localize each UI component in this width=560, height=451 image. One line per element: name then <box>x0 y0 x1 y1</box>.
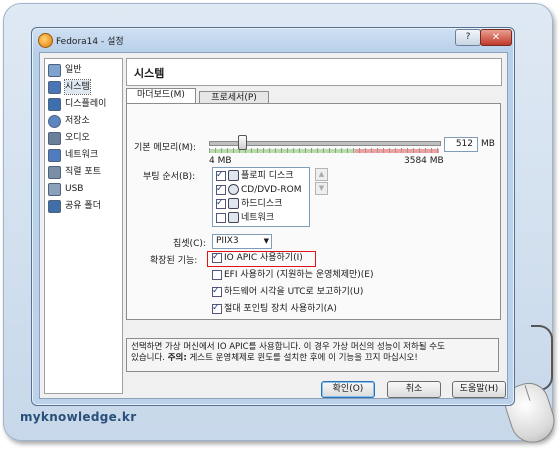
chipset-value: PIIX3 <box>216 236 239 246</box>
sidebar-item-label: 저장소 <box>65 116 90 126</box>
site-watermark: myknowledge.kr <box>20 410 137 424</box>
checkbox[interactable] <box>216 197 226 209</box>
audio-icon <box>48 132 61 145</box>
close-button[interactable]: ✕ <box>480 29 512 46</box>
boot-item-label: 하드디스크 <box>241 199 283 209</box>
checkbox[interactable] <box>212 285 222 297</box>
info-line-1: 선택하면 가상 머신에서 IO APIC를 사용합니다. 이 경우 가상 머신의… <box>131 342 445 352</box>
memory-max-label: 3584 MB <box>404 156 444 166</box>
checkbox[interactable] <box>212 302 222 314</box>
feature-label: 절대 포인팅 장치 사용하기(A) <box>224 304 337 314</box>
memory-min-label: 4 MB <box>209 156 232 166</box>
sidebar-item-label: 일반 <box>65 65 82 75</box>
boot-item-floppy[interactable]: 플로피 디스크 <box>216 169 294 182</box>
efi-checkbox[interactable]: EFI 사용하기 (지원하는 운영체제만)(E) <box>212 269 373 281</box>
boot-item-label: CD/DVD-ROM <box>241 185 302 195</box>
feature-label: EFI 사용하기 (지원하는 운영체제만)(E) <box>224 270 374 280</box>
dialog-client: 일반 시스템 디스플레이 저장소 오디오 네트워크 직렬 포트 USB 공유 폴… <box>39 52 508 399</box>
cd-icon <box>228 184 239 195</box>
shared-folder-icon <box>48 200 61 213</box>
page-header: 시스템 <box>126 58 502 86</box>
sidebar-item-display[interactable]: 디스플레이 <box>48 97 118 111</box>
sidebar-item-usb[interactable]: USB <box>48 182 118 196</box>
memory-label: 기본 메모리(M): <box>134 143 197 153</box>
network-icon <box>228 212 239 223</box>
io-apic-checkbox[interactable]: IO APIC 사용하기(I) <box>212 251 303 264</box>
feature-label: IO APIC 사용하기(I) <box>224 253 303 263</box>
settings-sidebar: 일반 시스템 디스플레이 저장소 오디오 네트워크 직렬 포트 USB 공유 폴… <box>44 58 123 394</box>
checkbox[interactable] <box>212 251 222 263</box>
extended-features-label: 확장된 기능: <box>150 256 198 266</box>
display-icon <box>48 98 61 111</box>
ok-button[interactable]: 확인(O) <box>321 381 375 398</box>
sidebar-item-label: 시스템 <box>64 79 91 95</box>
chipset-label: 칩셋(C): <box>173 239 206 249</box>
checkbox[interactable] <box>216 212 226 223</box>
boot-order-label: 부팅 순서(B): <box>143 172 196 182</box>
utc-checkbox[interactable]: 하드웨어 시각을 UTC로 보고하기(U) <box>212 285 364 298</box>
sidebar-item-system[interactable]: 시스템 <box>48 79 118 95</box>
info-warning-label: 주의: <box>167 353 187 363</box>
window-title: Fedora14 - 설정 <box>56 37 124 47</box>
checkbox[interactable] <box>216 169 226 181</box>
network-icon <box>48 149 61 162</box>
move-down-button[interactable]: ▼ <box>315 182 328 195</box>
chevron-down-icon: ▼ <box>263 237 269 245</box>
sidebar-item-label: 네트워크 <box>65 150 99 160</box>
info-panel: 선택하면 가상 머신에서 IO APIC를 사용합니다. 이 경우 가상 머신의… <box>126 338 499 372</box>
sidebar-item-network[interactable]: 네트워크 <box>48 148 118 162</box>
feature-label: 하드웨어 시각을 UTC로 보고하기(U) <box>224 287 364 297</box>
boot-item-cd[interactable]: CD/DVD-ROM <box>216 183 302 196</box>
sidebar-item-label: 직렬 포트 <box>65 167 101 177</box>
sidebar-item-storage[interactable]: 저장소 <box>48 114 118 128</box>
sidebar-item-shared-folder[interactable]: 공유 폴더 <box>48 199 118 213</box>
app-icon <box>38 33 53 48</box>
mouse-cord <box>531 325 553 391</box>
title-bar[interactable]: Fedora14 - 설정 ? ✕ <box>32 28 514 52</box>
serial-port-icon <box>48 166 61 179</box>
settings-window: Fedora14 - 설정 ? ✕ 일반 시스템 디스플레이 저장소 오디오 네… <box>31 27 515 406</box>
move-up-button[interactable]: ▲ <box>315 168 328 181</box>
info-line-2-prefix: 있습니다. <box>131 353 165 363</box>
floppy-icon <box>228 170 239 181</box>
sidebar-item-label: USB <box>65 184 84 194</box>
absolute-pointing-checkbox[interactable]: 절대 포인팅 장치 사용하기(A) <box>212 302 337 315</box>
sidebar-item-audio[interactable]: 오디오 <box>48 131 118 145</box>
sidebar-item-serial-port[interactable]: 직렬 포트 <box>48 165 118 179</box>
boot-item-label: 플로피 디스크 <box>241 171 294 181</box>
info-line-2-suffix: 게스트 운영체제로 윈도를 설치한 후에 이 기능을 끄지 마십시오! <box>189 353 418 363</box>
help-title-button[interactable]: ? <box>455 29 481 46</box>
sidebar-item-label: 오디오 <box>65 133 90 143</box>
harddisk-icon <box>228 198 239 209</box>
sidebar-item-label: 디스플레이 <box>65 99 107 109</box>
cancel-button[interactable]: 취소 <box>387 381 441 398</box>
storage-icon <box>48 115 61 128</box>
info-line-2: 있습니다. 주의: 게스트 운영체제로 윈도를 설치한 후에 이 기능을 끄지 … <box>131 353 494 364</box>
tab-motherboard[interactable]: 마더보드(M) <box>126 88 196 104</box>
boot-item-network[interactable]: 네트워크 <box>216 212 274 224</box>
boot-item-label: 네트워크 <box>241 213 275 223</box>
sidebar-item-general[interactable]: 일반 <box>48 63 118 77</box>
boot-item-harddisk[interactable]: 하드디스크 <box>216 197 283 210</box>
boot-order-list: 플로피 디스크 CD/DVD-ROM 하드디스크 네트워크 <box>212 167 310 227</box>
sidebar-item-label: 공유 폴더 <box>65 201 101 211</box>
memory-unit: MB <box>481 139 495 149</box>
memory-slider-thumb[interactable] <box>237 135 247 150</box>
page-title: 시스템 <box>134 67 165 80</box>
usb-icon <box>48 183 61 196</box>
memory-input[interactable]: 512 <box>444 137 478 152</box>
checkbox[interactable] <box>216 183 226 195</box>
system-icon <box>48 81 61 94</box>
chipset-select[interactable]: PIIX3 ▼ <box>212 234 272 249</box>
general-icon <box>48 64 61 77</box>
checkbox[interactable] <box>212 269 222 280</box>
help-button[interactable]: 도움말(H) <box>452 381 506 398</box>
